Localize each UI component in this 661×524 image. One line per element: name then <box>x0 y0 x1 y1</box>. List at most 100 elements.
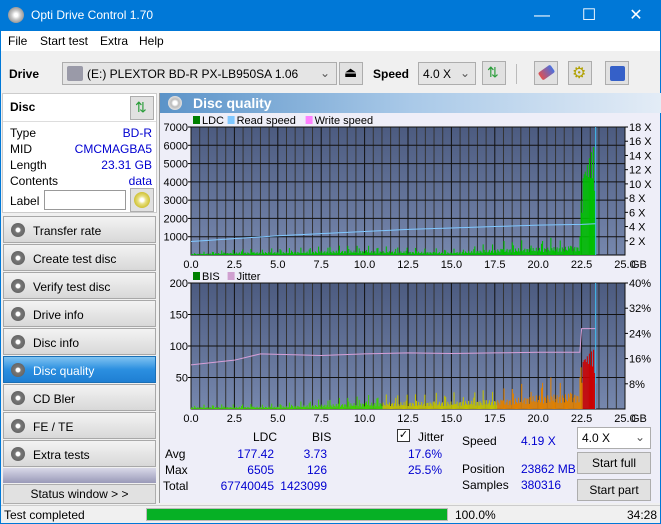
minimize-button[interactable]: — <box>519 0 565 31</box>
data-bar <box>557 251 559 255</box>
start-part-button[interactable]: Start part <box>577 479 651 501</box>
disc-label-input[interactable] <box>44 190 126 210</box>
data-bar <box>578 251 580 255</box>
data-bar <box>482 390 484 409</box>
jitter-checkbox[interactable]: ✓ <box>397 429 410 442</box>
data-bar <box>333 405 335 409</box>
menu-extra[interactable]: Extra <box>100 34 128 48</box>
data-bar <box>198 407 200 409</box>
data-bar <box>527 398 529 409</box>
nav-label: Disc info <box>33 336 80 350</box>
erase-button[interactable] <box>534 61 558 85</box>
disc-refresh-button[interactable]: ⇅ <box>130 96 154 120</box>
nav-cd-bler[interactable]: CD Bler <box>3 384 156 411</box>
menu-start-test[interactable]: Start test <box>40 34 88 48</box>
status-window-button[interactable]: Status window > > <box>3 484 156 504</box>
data-bar <box>386 252 388 255</box>
y-tick-label: 100 <box>170 341 188 353</box>
nav-transfer-rate[interactable]: Transfer rate <box>3 216 156 243</box>
max-bis: 126 <box>306 463 327 477</box>
data-bar <box>382 251 384 255</box>
data-bar <box>236 253 238 255</box>
maximize-button[interactable]: ☐ <box>566 0 612 31</box>
menu-help[interactable]: Help <box>139 34 164 48</box>
eject-button[interactable]: ⏏ <box>339 62 363 85</box>
y-tick-label: 2000 <box>164 213 188 225</box>
save-button[interactable] <box>605 61 629 85</box>
data-bar <box>584 359 586 409</box>
data-bar <box>408 403 410 409</box>
data-bar <box>533 250 535 255</box>
disc-label-button[interactable] <box>130 188 154 212</box>
data-bar <box>415 400 418 409</box>
eraser-icon <box>537 64 556 81</box>
data-bar <box>593 349 595 409</box>
data-bar <box>206 407 208 409</box>
test-speed-select[interactable]: 4.0 X ⌄ <box>577 427 651 449</box>
data-bar <box>321 251 323 255</box>
disc-panel: Disc ⇅ Type BD-R MID CMCMAGBA5 Length 23… <box>2 93 157 213</box>
data-bar <box>234 407 236 409</box>
data-bar <box>497 400 499 409</box>
x-tick-label: 15.0 <box>441 413 462 425</box>
nav-disc-quality[interactable]: Disc quality <box>3 356 156 383</box>
data-bar <box>442 252 444 255</box>
data-bar <box>337 403 339 409</box>
data-bar <box>247 406 249 409</box>
data-bar <box>551 248 553 255</box>
data-bar <box>383 252 385 255</box>
refresh-button[interactable]: ⇅ <box>482 61 506 85</box>
data-bar <box>492 391 494 409</box>
data-bar <box>314 251 316 255</box>
legend-jitter: Jitter <box>237 271 261 283</box>
data-bar <box>331 253 333 255</box>
data-bar <box>294 406 296 409</box>
data-bar <box>393 253 395 255</box>
start-full-button[interactable]: Start full <box>577 452 651 474</box>
nav-create-test-disc[interactable]: Create test disc <box>3 244 156 271</box>
data-bar <box>501 249 503 255</box>
data-bar <box>589 178 591 255</box>
drive-select[interactable]: (E:) PLEXTOR BD-R PX-LB950SA 1.06 ⌄ <box>62 62 337 85</box>
data-bar <box>295 406 297 409</box>
data-bar <box>474 246 476 255</box>
y2-tick-label: 2 X <box>629 236 646 248</box>
data-bar <box>590 351 593 409</box>
data-bar <box>409 251 411 255</box>
settings-button[interactable]: ⚙ <box>568 61 592 85</box>
data-bar <box>373 252 375 255</box>
total-label: Total <box>163 479 189 493</box>
menu-file[interactable]: File <box>8 34 27 48</box>
nav-disc-info[interactable]: Disc info <box>3 328 156 355</box>
data-bar <box>473 397 475 409</box>
data-bar <box>246 408 248 409</box>
data-bar <box>467 404 469 409</box>
close-button[interactable]: ✕ <box>613 0 659 31</box>
data-bar <box>502 249 504 255</box>
data-bar <box>531 401 533 409</box>
data-bar <box>544 396 546 409</box>
title-bar: Opti Drive Control 1.70 — ☐ ✕ <box>1 0 660 31</box>
data-bar <box>299 407 301 409</box>
nav-verify-test-disc[interactable]: Verify test disc <box>3 272 156 299</box>
data-bar <box>345 251 347 255</box>
data-bar <box>556 395 558 409</box>
data-bar <box>238 252 240 255</box>
speed-info-label: Speed <box>462 434 497 448</box>
disc-contents-label: Contents <box>10 174 59 188</box>
y-tick-label: 7000 <box>164 122 188 134</box>
data-bar <box>506 248 508 255</box>
speed-select[interactable]: 4.0 X ⌄ <box>418 62 476 85</box>
data-bar <box>587 363 589 409</box>
nav-drive-info[interactable]: Drive info <box>3 300 156 327</box>
data-bar <box>404 405 406 409</box>
nav-extra-tests[interactable]: Extra tests <box>3 440 156 467</box>
window-title: Opti Drive Control 1.70 <box>31 8 154 22</box>
data-bar <box>433 251 435 255</box>
nav-fe-te[interactable]: FE / TE <box>3 412 156 439</box>
data-bar <box>293 253 295 255</box>
data-bar <box>583 360 585 409</box>
data-bar <box>256 406 258 409</box>
data-bar <box>356 245 358 255</box>
data-bar <box>463 253 465 255</box>
